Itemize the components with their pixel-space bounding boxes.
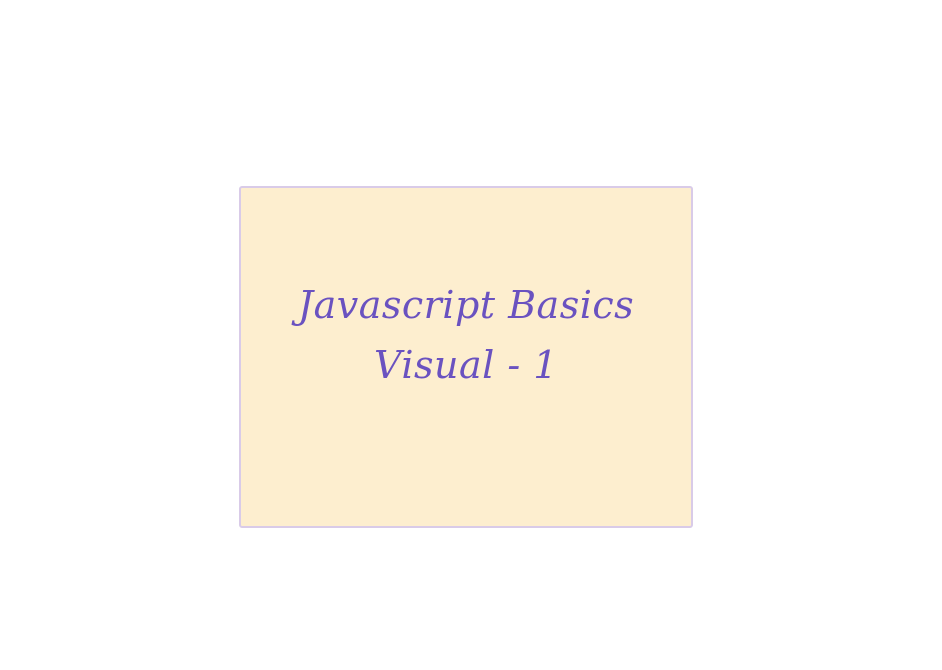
title-card[interactable]: Javascript Basics Visual - 1	[239, 186, 693, 528]
title-line-2: Visual - 1	[374, 343, 558, 387]
whiteboard-canvas[interactable]: Javascript Basics Visual - 1	[0, 0, 942, 670]
title-line-1: Javascript Basics	[297, 283, 635, 327]
title-text-block: Javascript Basics Visual - 1	[298, 275, 634, 395]
